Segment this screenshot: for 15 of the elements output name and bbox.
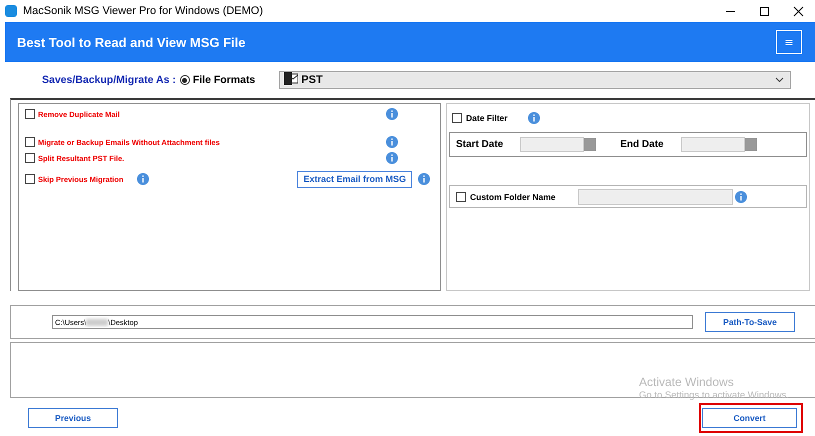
activation-title: Activate Windows	[639, 375, 735, 389]
format-select[interactable]: PST	[279, 71, 792, 89]
header-title: Best Tool to Read and View MSG File	[17, 34, 246, 50]
start-date-label: Start Date	[456, 139, 504, 150]
end-date-label: End Date	[620, 139, 664, 150]
format-label: Saves/Backup/Migrate As :	[42, 74, 176, 86]
path-to-save-button[interactable]: Path-To-Save	[705, 312, 795, 332]
custom-folder-label: Custom Folder Name	[470, 192, 556, 202]
file-formats-radio[interactable]: File Formats	[180, 74, 256, 86]
previous-button[interactable]: Previous	[28, 408, 118, 428]
menu-button[interactable]: ≡	[776, 30, 802, 54]
window-title: MacSonik MSG Viewer Pro for Windows (DEMO)	[23, 5, 264, 17]
convert-button[interactable]: Convert	[702, 408, 797, 428]
extract-email-button[interactable]: Extract Email from MSG	[297, 170, 412, 188]
date-filter-label: Date Filter	[466, 113, 508, 123]
